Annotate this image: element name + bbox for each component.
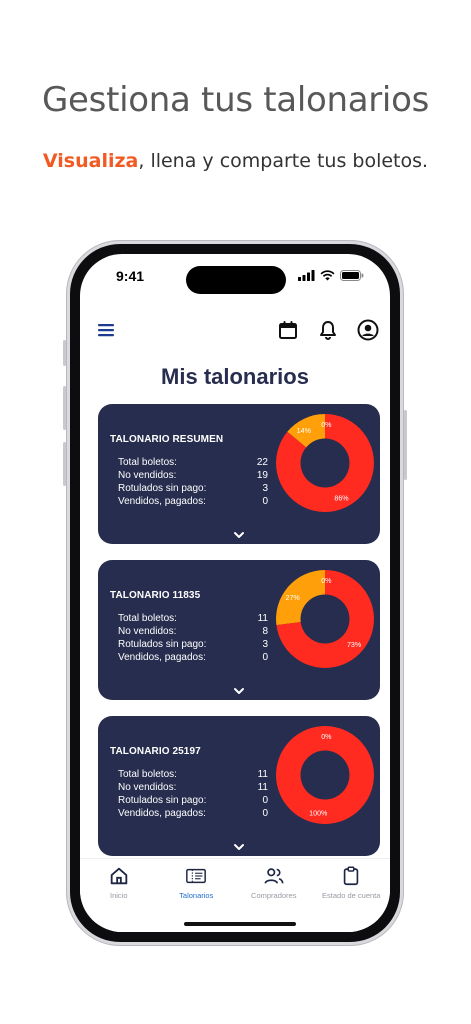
stat-label: Vendidos, pagados:: [118, 496, 206, 507]
donut-label-no-vendidos: 73%: [347, 641, 362, 649]
promo-subtitle-rest: , llena y comparte tus boletos.: [138, 150, 429, 172]
nav-item-inicio[interactable]: Inicio: [81, 865, 157, 932]
donut-label-rotulados: 27%: [286, 594, 301, 602]
card-title: TALONARIO 11835: [110, 590, 201, 601]
stat-row-no-vendidos: No vendidos: 19: [118, 470, 268, 481]
donut-label-vendidos: 0%: [321, 577, 332, 585]
stat-value: 0: [262, 496, 268, 507]
nav-label: Talonarios: [179, 891, 214, 900]
nav-label: Inicio: [109, 891, 128, 900]
stat-label: Total boletos:: [118, 769, 177, 780]
donut-label-rotulados: 14%: [297, 427, 312, 435]
nav-label: Compradores: [251, 891, 297, 900]
donut-chart: 86% 14% 0%: [276, 414, 374, 512]
donut-hole: [300, 750, 350, 800]
donut-hole: [300, 594, 350, 644]
stat-label: Total boletos:: [118, 613, 177, 624]
stat-value: 19: [256, 470, 268, 481]
phone-bezel: 9:41 Mis talonarios TALONARIO RESUMEN To…: [70, 244, 400, 942]
stat-label: Vendidos, pagados:: [118, 652, 206, 663]
promo-subtitle: Visualiza, llena y comparte tus boletos.: [0, 150, 471, 172]
bottom-nav: Inicio Talonarios Compradores Estado de …: [80, 858, 390, 932]
stat-value: 11: [257, 613, 268, 624]
stat-row-vendidos: Vendidos, pagados: 0: [118, 496, 268, 507]
stat-row-rotulados: Rotulados sin pago: 3: [118, 639, 268, 650]
stat-label: No vendidos:: [118, 782, 177, 793]
nav-item-estado-de-cuenta[interactable]: Estado de cuenta: [313, 865, 389, 932]
donut-chart: 73% 27% 0%: [276, 570, 374, 668]
stat-label: No vendidos:: [118, 470, 177, 481]
stat-label: Rotulados sin pago:: [118, 483, 207, 494]
signal-icon: [298, 270, 315, 281]
donut-hole: [300, 438, 350, 488]
stat-label: Total boletos:: [118, 457, 177, 468]
stat-label: Vendidos, pagados:: [118, 808, 206, 819]
talonario-card-resumen[interactable]: TALONARIO RESUMEN Total boletos: 22 No ve…: [98, 404, 380, 544]
profile-icon[interactable]: [356, 318, 380, 342]
menu-icon[interactable]: [96, 320, 118, 340]
stat-row-total: Total boletos: 22: [118, 457, 268, 468]
stat-value: 0: [262, 808, 268, 819]
stat-value: 8: [262, 626, 268, 637]
donut-chart: 100% 0%: [276, 726, 374, 824]
stat-row-vendidos: Vendidos, pagados: 0: [118, 808, 268, 819]
promo-subtitle-highlight: Visualiza: [42, 150, 139, 172]
bell-icon[interactable]: [316, 318, 340, 342]
stat-row-no-vendidos: No vendidos: 8: [118, 626, 268, 637]
home-indicator: [184, 922, 296, 926]
card-title: TALONARIO RESUMEN: [110, 434, 224, 445]
donut-label-no-vendidos: 86%: [334, 495, 349, 503]
stat-label: Rotulados sin pago:: [118, 795, 207, 806]
app-screen: 9:41 Mis talonarios TALONARIO RESUMEN To…: [80, 254, 390, 932]
chevron-down-icon[interactable]: [232, 686, 246, 696]
stat-value: 11: [257, 769, 268, 780]
stat-value: 3: [262, 483, 268, 494]
stat-value: 0: [262, 795, 268, 806]
stat-value: 11: [257, 782, 268, 793]
status-time: 9:41: [116, 268, 145, 284]
stat-row-total: Total boletos: 11: [118, 769, 268, 780]
phone-volume-down-button: [63, 442, 66, 486]
page-title: Mis talonarios: [161, 364, 309, 389]
talonario-card-11835[interactable]: TALONARIO 11835 Total boletos: 11 No vend…: [98, 560, 380, 700]
nav-label: Estado de cuenta: [322, 891, 381, 900]
phone-power-button: [404, 410, 407, 480]
stat-label: No vendidos:: [118, 626, 177, 637]
stat-row-rotulados: Rotulados sin pago: 3: [118, 483, 268, 494]
card-title: TALONARIO 25197: [110, 746, 201, 757]
chevron-down-icon[interactable]: [232, 842, 246, 852]
chevron-down-icon[interactable]: [232, 530, 246, 540]
stat-row-no-vendidos: No vendidos: 11: [118, 782, 268, 793]
wifi-icon: [320, 270, 335, 281]
stat-row-rotulados: Rotulados sin pago: 0: [118, 795, 268, 806]
phone-action-button: [63, 340, 66, 366]
battery-icon: [340, 270, 364, 281]
stat-label: Rotulados sin pago:: [118, 639, 207, 650]
status-icons: [298, 270, 364, 281]
talonario-card-25197[interactable]: TALONARIO 25197 Total boletos: 11 No vend…: [98, 716, 380, 856]
dynamic-island: [186, 266, 286, 294]
app-header: [80, 312, 390, 348]
phone-volume-up-button: [63, 386, 66, 430]
calendar-icon[interactable]: [276, 318, 300, 342]
stat-value: 3: [262, 639, 268, 650]
stat-row-vendidos: Vendidos, pagados: 0: [118, 652, 268, 663]
donut-label-vendidos: 0%: [321, 421, 332, 429]
donut-label-no-vendidos: 100%: [309, 810, 328, 818]
home-icon: [110, 867, 127, 885]
stat-value: 0: [262, 652, 268, 663]
clipboard-icon: [344, 866, 359, 886]
donut-label-vendidos: 0%: [321, 733, 332, 741]
phone-frame: 9:41 Mis talonarios TALONARIO RESUMEN To…: [63, 240, 407, 946]
status-bar: 9:41: [80, 254, 390, 298]
stat-row-total: Total boletos: 11: [118, 613, 268, 624]
promo-title: Gestiona tus talonarios: [42, 80, 429, 120]
users-icon: [264, 868, 284, 884]
stat-value: 22: [256, 457, 268, 468]
ticket-book-icon: [186, 868, 207, 884]
